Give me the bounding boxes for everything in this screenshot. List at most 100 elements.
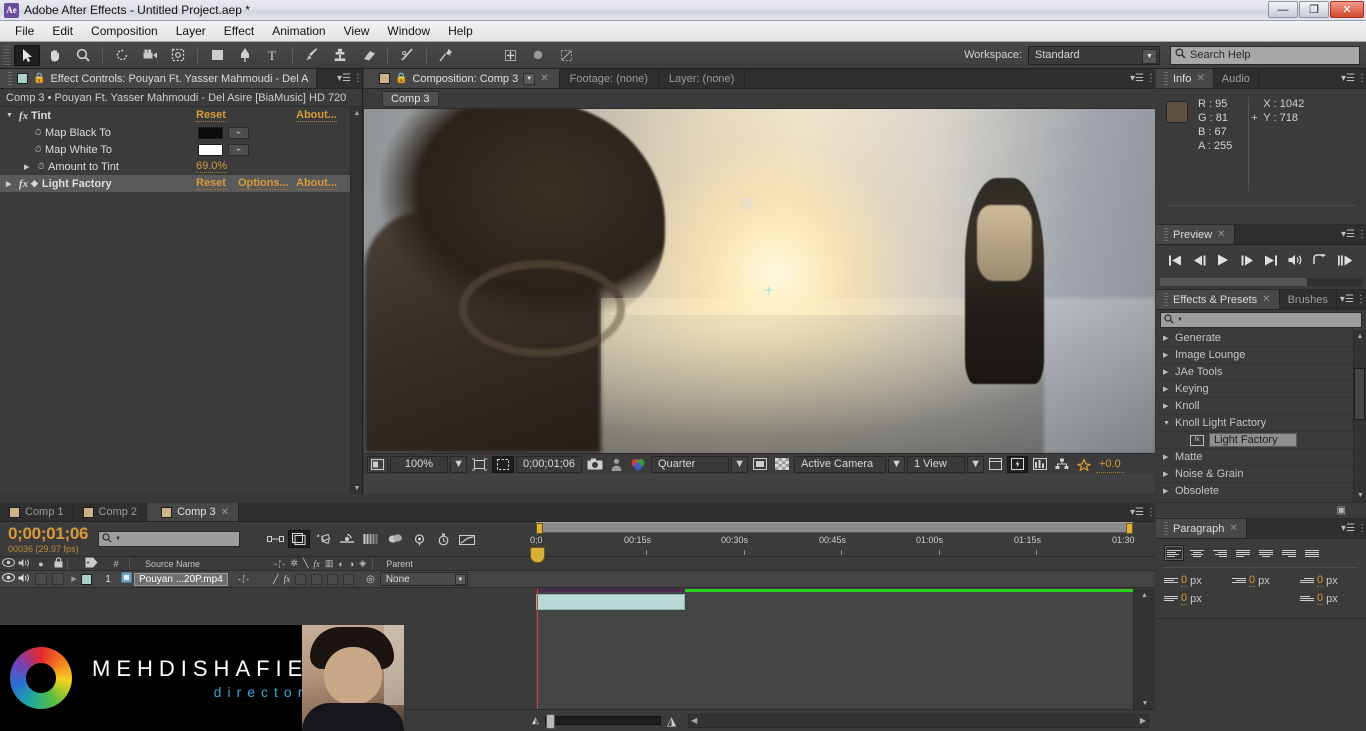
- anchor-point-tool[interactable]: [497, 45, 523, 66]
- close-icon-paragraph[interactable]: ✕: [1229, 523, 1237, 534]
- timeline-track-area[interactable]: ▲ ▼: [530, 547, 1155, 709]
- scroll-up-icon[interactable]: ▲: [351, 107, 363, 119]
- lock-icon-comp[interactable]: 🔒: [395, 73, 407, 84]
- pan-behind-tool[interactable]: [165, 45, 191, 66]
- next-frame-button[interactable]: [1240, 255, 1254, 269]
- tab-comp-1[interactable]: Comp 1: [0, 503, 74, 521]
- close-icon-ep[interactable]: ✕: [1262, 294, 1270, 305]
- close-icon-preview[interactable]: ✕: [1217, 229, 1225, 240]
- menu-item-help[interactable]: Help: [439, 22, 482, 40]
- preview-panel-menu-icon[interactable]: ▾☰: [1338, 225, 1358, 244]
- category-knoll-light-factory[interactable]: ▼ Knoll Light Factory: [1156, 415, 1366, 432]
- align-left-button[interactable]: [1164, 545, 1184, 561]
- work-area-bar[interactable]: [536, 522, 1133, 534]
- effects-scrollbar-thumb[interactable]: [1354, 368, 1365, 420]
- magnification-value[interactable]: 100%: [390, 455, 448, 473]
- table-row[interactable]: ▶ 1 Pouyan ...20P.mp4 -ᛇ- ╱ fx ◎ None ▼: [0, 571, 1155, 588]
- category-jae-tools[interactable]: ▶ JAe Tools: [1156, 364, 1366, 381]
- comp-flowchart-icon[interactable]: [1052, 456, 1072, 473]
- menu-item-view[interactable]: View: [335, 22, 379, 40]
- layer-parent-dropdown[interactable]: None ▼: [379, 572, 468, 586]
- layer-video-toggle[interactable]: [0, 573, 16, 585]
- layer-motion-blur-switch[interactable]: [311, 573, 323, 585]
- type-tool[interactable]: T: [260, 45, 286, 66]
- menu-item-window[interactable]: Window: [378, 22, 439, 40]
- space-after-paragraph-field[interactable]: 0 px: [1300, 592, 1358, 605]
- search-dropdown-icon-timeline[interactable]: ▼: [115, 536, 121, 542]
- loop-button[interactable]: [1313, 254, 1327, 269]
- disclosure-triangle-amount[interactable]: ▶: [24, 163, 34, 171]
- layer-frame-blend-switch[interactable]: [295, 573, 307, 585]
- play-button[interactable]: [1217, 254, 1229, 269]
- effect-about-light-factory[interactable]: About...: [296, 177, 337, 190]
- search-dropdown-icon[interactable]: ▼: [1177, 317, 1183, 323]
- show-channel-icon[interactable]: [627, 456, 649, 473]
- effect-controls-scrollbar[interactable]: ▲ ▼: [350, 107, 362, 494]
- source-name-column-header[interactable]: Source Name: [140, 559, 270, 569]
- category-image-lounge[interactable]: ▶ Image Lounge: [1156, 347, 1366, 364]
- current-time-indicator[interactable]: [530, 547, 545, 709]
- enable-frame-blending-icon[interactable]: [336, 530, 358, 548]
- timeline-grip-right[interactable]: ⋮: [1146, 503, 1156, 521]
- layer-source-name[interactable]: Pouyan ...20P.mp4: [134, 572, 228, 586]
- chevron-right-icon-image-lounge[interactable]: ▶: [1163, 351, 1170, 359]
- justify-last-right-button[interactable]: [1279, 545, 1299, 561]
- timeline-search-input[interactable]: ▼: [98, 531, 241, 547]
- new-animation-preset-icon[interactable]: ▣: [1337, 505, 1346, 516]
- property-value-amount-to-tint[interactable]: 69.0%: [196, 160, 228, 173]
- composition-viewer[interactable]: [364, 109, 1155, 453]
- proportional-grid-icon[interactable]: [492, 455, 514, 473]
- tab-preview[interactable]: Preview ✕: [1156, 225, 1235, 244]
- disclosure-triangle-icon[interactable]: ▼: [6, 112, 16, 119]
- indent-first-line-field[interactable]: 0 px: [1300, 574, 1358, 587]
- scroll-down-icon-tl[interactable]: ▼: [1134, 697, 1156, 709]
- hscroll-right-icon[interactable]: ▶: [1140, 716, 1146, 725]
- draft-3d-icon[interactable]: [288, 530, 311, 548]
- layer-3d-switch[interactable]: [343, 573, 355, 585]
- sub-tab-comp3[interactable]: Comp 3: [382, 90, 439, 107]
- timeline-time-ruler[interactable]: 0;0 00:15s 00:30s 00:45s 01:00s 01:15s 0…: [530, 522, 1135, 556]
- tab-grip-info[interactable]: [1164, 72, 1168, 85]
- menu-item-effect[interactable]: Effect: [215, 22, 263, 40]
- tab-composition-comp3[interactable]: 🔒 Composition: Comp 3 ▼ ✕: [364, 69, 560, 88]
- region-of-interest-icon[interactable]: [469, 456, 490, 473]
- effect-options-light-factory[interactable]: Options...: [238, 177, 289, 190]
- tab-info[interactable]: Info ✕: [1156, 69, 1214, 88]
- justify-last-left-button[interactable]: [1233, 545, 1253, 561]
- layer-lock-toggle[interactable]: [49, 573, 67, 585]
- snapshot-icon[interactable]: [584, 456, 606, 473]
- effect-reset-light-factory[interactable]: Reset: [196, 177, 226, 190]
- justify-last-center-button[interactable]: [1256, 545, 1276, 561]
- chevron-right-icon-jae-tools[interactable]: ▶: [1163, 368, 1170, 376]
- property-map-white-to[interactable]: ⏱ Map White To ⌁: [0, 141, 362, 158]
- ram-preview-button[interactable]: [1337, 255, 1353, 269]
- rotation-tool[interactable]: [109, 45, 135, 66]
- space-before-paragraph-field[interactable]: 0 px: [1164, 592, 1222, 605]
- tab-audio[interactable]: Audio: [1213, 69, 1259, 88]
- category-keying[interactable]: ▶ Keying: [1156, 381, 1366, 398]
- justify-all-button[interactable]: [1302, 545, 1322, 561]
- panel-menu-icon[interactable]: ▾☰: [334, 69, 354, 88]
- chevron-right-icon-noise-grain[interactable]: ▶: [1163, 470, 1170, 478]
- stopwatch-icon[interactable]: ⏱: [31, 127, 45, 138]
- magnification-dropdown[interactable]: ▼: [450, 455, 467, 473]
- tab-effect-controls[interactable]: 🔒 Effect Controls: Pouyan Ft. Yasser Mah…: [0, 69, 318, 88]
- reset-exposure-icon[interactable]: [1074, 456, 1094, 473]
- close-icon-comp3[interactable]: ✕: [221, 507, 229, 518]
- timeline-icon[interactable]: [1030, 456, 1050, 473]
- indent-first-line-value[interactable]: 0: [1317, 574, 1324, 587]
- toggle-transparency-grid-icon[interactable]: [772, 456, 792, 473]
- align-right-button[interactable]: [1210, 545, 1230, 561]
- chevron-down-icon-knoll-light-factory[interactable]: ▼: [1163, 420, 1170, 427]
- chevron-right-icon-knoll[interactable]: ▶: [1163, 402, 1170, 410]
- tab-footage[interactable]: Footage: (none): [559, 69, 659, 88]
- stopwatch-icon-3[interactable]: ⏱: [34, 161, 48, 172]
- view-layout-value[interactable]: 1 View: [907, 455, 965, 473]
- category-matte[interactable]: ▶ Matte: [1156, 449, 1366, 466]
- camera-dropdown[interactable]: ▼: [888, 455, 905, 473]
- indent-left-margin-value[interactable]: 0: [1181, 574, 1188, 587]
- effect-about-tint[interactable]: About...: [296, 109, 337, 122]
- pixel-aspect-correction-icon[interactable]: [986, 456, 1005, 473]
- category-generate[interactable]: ▶ Generate: [1156, 330, 1366, 347]
- align-center-button[interactable]: [1187, 545, 1207, 561]
